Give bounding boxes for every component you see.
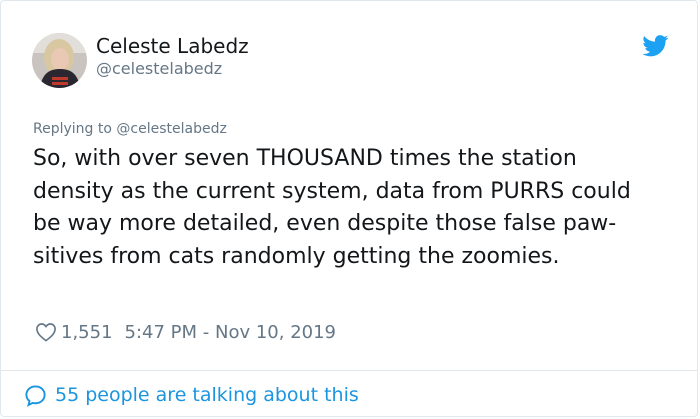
avatar-image [32, 33, 87, 88]
replying-to-line: Replying to @celestelabedz [33, 121, 227, 137]
conversation-link-label: 55 people are talking about this [55, 384, 359, 406]
replying-to-label: Replying to [33, 121, 117, 137]
replying-to-mention[interactable]: @celestelabedz [116, 121, 226, 137]
heart-icon[interactable] [35, 322, 57, 342]
speech-bubble-icon [25, 384, 46, 407]
twitter-bird-icon[interactable] [642, 35, 669, 57]
tweet-text: So, with over seven THOUSAND times the s… [33, 146, 631, 269]
like-count[interactable]: 1,551 [61, 322, 113, 343]
tweet-meta: 1,551 5:47 PM - Nov 10, 2019 [35, 319, 336, 345]
avatar[interactable] [32, 33, 87, 88]
author-display-name[interactable]: Celeste Labedz [96, 34, 249, 58]
conversation-link[interactable]: 55 people are talking about this [24, 382, 359, 408]
footer-divider [1, 370, 697, 371]
tweet-card: Celeste Labedz @celestelabedz Replying t… [0, 0, 698, 417]
tweet-timestamp[interactable]: 5:47 PM - Nov 10, 2019 [125, 322, 336, 343]
author-handle[interactable]: @celestelabedz [96, 59, 222, 78]
